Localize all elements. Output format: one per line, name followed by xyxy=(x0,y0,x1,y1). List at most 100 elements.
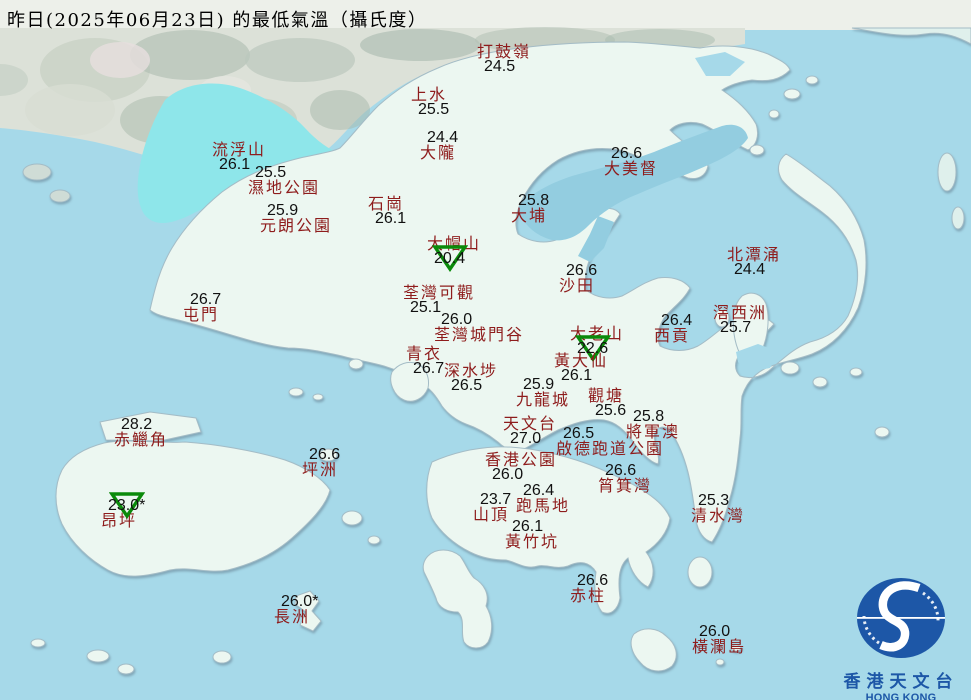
station-14: 26.7 屯門 xyxy=(183,291,222,324)
station-name: 山頂 xyxy=(473,505,510,524)
station-name: 打鼓嶺 xyxy=(477,42,532,61)
map-title: 昨日(2025年06月23日) 的最低氣溫（攝氏度） xyxy=(7,10,428,31)
station-min-temperature: 25.9 xyxy=(267,202,299,219)
station-min-temperature: 28.2 xyxy=(121,416,153,433)
station-30: 26.4 跑馬地 xyxy=(516,482,571,515)
station-min-temperature: 26.0 xyxy=(492,466,524,483)
station-min-temperature: 26.0 xyxy=(699,623,731,640)
station-38: 26.0 橫瀾島 xyxy=(692,623,747,656)
min-temperature-map: 昨日(2025年06月23日) 的最低氣溫（攝氏度） 打鼓嶺 24.5 上水 25.5… xyxy=(0,0,971,700)
hong-kong-map xyxy=(0,0,971,700)
station-6: 26.6 大美督 xyxy=(604,145,659,178)
station-17: 26.4 西貢 xyxy=(654,312,693,345)
hko-logo-name-en: HONG KONG OBSERVATORY xyxy=(865,692,937,700)
station-min-temperature: 26.6 xyxy=(605,462,637,479)
station-15: 滘西洲 25.7 xyxy=(713,303,768,336)
station-name: 長洲 xyxy=(274,607,311,626)
hko-logo-name-zh: 香港天文台 xyxy=(843,672,959,692)
station-32: 26.6 赤柱 xyxy=(570,572,609,605)
station-35: 28.2 赤鱲角 xyxy=(114,416,169,449)
station-min-temperature: 26.6 xyxy=(611,145,643,162)
station-5: 25.5 濕地公園 xyxy=(248,164,321,197)
station-26: 26.5 啟德跑道公園 xyxy=(556,426,665,458)
station-28: 26.6 筲箕灣 xyxy=(598,462,653,495)
station-11: 26.6 沙田 xyxy=(559,262,598,294)
station-36: 23.0* 昂坪 xyxy=(101,492,145,529)
station-min-temperature: 25.5 xyxy=(255,164,287,181)
station-3: 24.4 大隴 xyxy=(420,129,459,162)
station-min-temperature: 24.5 xyxy=(484,58,516,75)
station-name: 筲箕灣 xyxy=(598,476,653,495)
station-16: 26.0 荃灣城門谷 xyxy=(434,311,525,344)
station-8: 石崗 26.1 xyxy=(368,194,407,227)
station-name: 大隴 xyxy=(420,143,457,162)
station-27: 香港公園 26.0 xyxy=(485,450,558,483)
station-name: 荃灣城門谷 xyxy=(434,325,525,344)
station-19: 青衣 26.7 xyxy=(406,344,445,377)
station-name: 赤鱲角 xyxy=(114,430,169,449)
station-min-temperature: 26.1 xyxy=(512,518,544,535)
station-min-temperature: 26.6 xyxy=(309,446,341,463)
station-name: 石崗 xyxy=(368,194,405,213)
station-min-temperature: 24.4 xyxy=(734,261,766,278)
station-min-temperature: 25.8 xyxy=(633,408,665,425)
station-name: 天文台 xyxy=(503,414,558,433)
station-name: 滘西洲 xyxy=(713,303,768,322)
station-min-temperature: 26.0 xyxy=(441,311,473,328)
station-min-temperature: 26.4 xyxy=(661,312,693,329)
station-min-temperature: 25.3 xyxy=(698,492,730,509)
station-min-temperature: 23.0* xyxy=(108,492,145,519)
station-min-temperature: 26.5 xyxy=(451,377,483,394)
station-name: 香港公園 xyxy=(485,450,558,469)
station-name: 西貢 xyxy=(654,326,691,345)
station-29: 23.7 山頂 xyxy=(473,491,512,524)
station-name: 元朗公園 xyxy=(260,216,333,235)
station-min-temperature: 26.0* xyxy=(281,593,319,610)
station-min-temperature: 26.6 xyxy=(566,262,598,279)
station-min-temperature: 26.7 xyxy=(190,291,222,308)
station-10: 大帽山 20.4 xyxy=(427,236,481,272)
station-min-temperature: 25.8 xyxy=(518,192,550,209)
station-name: 赤柱 xyxy=(570,586,607,605)
hko-logo: 香港天文台 HONG KONG OBSERVATORY xyxy=(830,576,971,700)
station-name: 流浮山 xyxy=(212,140,267,159)
station-name: 橫瀾島 xyxy=(692,637,747,656)
station-min-temperature: 25.5 xyxy=(418,101,450,118)
station-7: 25.8 大埔 xyxy=(511,192,550,225)
station-name: 屯門 xyxy=(183,305,220,324)
station-name: 上水 xyxy=(411,85,448,104)
station-name: 黃大仙 xyxy=(554,351,609,370)
station-name: 跑馬地 xyxy=(516,496,571,515)
station-name: 大埔 xyxy=(511,206,548,225)
station-name: 濕地公園 xyxy=(248,178,321,197)
station-21: 深水埗 26.5 xyxy=(444,363,498,394)
station-min-temperature: 27.0 xyxy=(510,430,542,447)
station-name: 青衣 xyxy=(406,344,443,363)
station-min-temperature: 24.4 xyxy=(427,129,459,146)
station-name: 黃竹坑 xyxy=(505,532,560,551)
station-34: 26.6 坪洲 xyxy=(302,446,341,479)
station-min-temperature: 25.6 xyxy=(595,402,627,419)
station-22: 25.9 九龍城 xyxy=(516,377,571,409)
station-min-temperature: 20.4 xyxy=(431,245,468,272)
station-min-temperature: 23.7 xyxy=(480,491,512,508)
station-min-temperature: 26.4 xyxy=(523,482,555,499)
station-name: 觀塘 xyxy=(588,386,625,405)
station-min-temperature: 26.7 xyxy=(413,360,445,377)
station-name: 坪洲 xyxy=(302,460,339,479)
station-12: 北潭涌 24.4 xyxy=(727,245,782,278)
station-name: 啟德跑道公園 xyxy=(556,439,665,458)
station-9: 25.9 元朗公園 xyxy=(260,202,333,235)
station-min-temperature: 26.1 xyxy=(375,210,407,227)
station-name: 九龍城 xyxy=(516,390,571,409)
station-31: 26.1 黃竹坑 xyxy=(505,518,560,551)
station-min-temperature: 26.6 xyxy=(577,572,609,589)
station-24: 天文台 27.0 xyxy=(503,414,558,447)
station-name: 北潭涌 xyxy=(727,245,782,264)
station-1: 打鼓嶺 24.5 xyxy=(477,42,532,75)
station-37: 26.0* 長洲 xyxy=(274,593,319,626)
station-min-temperature: 25.7 xyxy=(720,319,752,336)
station-2: 上水 25.5 xyxy=(411,85,450,118)
station-33: 25.3 清水灣 xyxy=(691,492,745,524)
station-name: 大美督 xyxy=(604,159,659,178)
